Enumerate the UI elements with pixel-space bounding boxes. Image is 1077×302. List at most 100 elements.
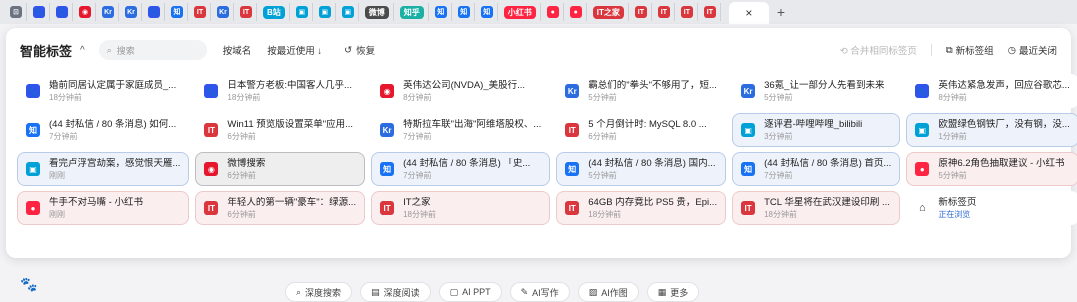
browser-tab[interactable]: ● xyxy=(566,3,587,21)
browser-tab[interactable]: 微博 xyxy=(361,3,394,21)
new-tab-group-button[interactable]: ⧉ 新标签组 xyxy=(946,43,994,58)
browser-tab[interactable]: IT xyxy=(654,3,675,21)
collapse-icon[interactable]: ^ xyxy=(80,45,85,56)
browser-tab[interactable]: IT之家 xyxy=(589,3,629,21)
search-input[interactable]: ⌕ 搜索 xyxy=(98,40,207,60)
tab-card[interactable]: 知 (44 封私信 / 80 条消息) 首页... 7分钟前 xyxy=(732,152,901,186)
quick-action-button[interactable]: ▨ AI作图 xyxy=(577,282,639,302)
merge-same-tabs-button[interactable]: ⟲ 合并相同标签页 xyxy=(840,43,917,57)
undo-icon: ↺ xyxy=(344,44,353,56)
tab-title: (44 封私信 / 80 条消息) 「史... xyxy=(403,157,531,169)
tab-last-used: 5分钟前 xyxy=(588,92,617,102)
browser-tab[interactable]: 知 xyxy=(477,3,498,21)
tab-card[interactable]: ▣ 看完卢浮宫劫案，感觉恨天雁... 刚刚 xyxy=(17,152,190,186)
tab-last-used: 7分钟前 xyxy=(49,131,78,141)
tab-card[interactable]: 知 (44 封私信 / 80 条消息) 如何... 7分钟前 xyxy=(17,113,190,147)
tab-card[interactable]: IT TCL 华星将在武汉建设印刷 ... 18分钟前 xyxy=(732,191,901,225)
browser-tab[interactable]: ▣ xyxy=(292,3,313,21)
tab-card[interactable]: ⌂ 新标签页 正在浏览 xyxy=(906,191,1077,225)
tab-card[interactable]: 🐾 英伟达紧急发声，回应谷歌芯... 8分钟前 xyxy=(906,74,1077,108)
browser-tab[interactable]: ⊡ xyxy=(6,3,27,21)
tab-card[interactable]: IT 5 个月倒计时: MySQL 8.0 ... 6分钟前 xyxy=(556,113,727,147)
browser-tab[interactable]: 🐾 xyxy=(144,3,165,21)
browser-tab[interactable]: ◉ xyxy=(75,3,96,21)
panel-title: 智能标签 xyxy=(20,43,73,59)
tab-last-used: 6分钟前 xyxy=(227,209,256,219)
active-tab[interactable]: × xyxy=(728,2,769,24)
tab-card[interactable]: ▣ 逐评君-哔哩哔哩_bilibili 3分钟前 xyxy=(732,113,901,147)
browser-tab[interactable]: IT xyxy=(700,3,721,21)
browser-tab[interactable]: 知 xyxy=(431,3,452,21)
quick-action-label: 深度搜索 xyxy=(305,287,342,298)
tab-title: IT之家 xyxy=(403,196,431,208)
quick-action-label: AI PPT xyxy=(462,287,491,297)
browser-tab[interactable]: 🐾 xyxy=(52,3,73,21)
baidu-icon: 🐾 xyxy=(26,84,40,98)
tab-card[interactable]: ◉ 微博搜索 6分钟前 xyxy=(195,152,366,186)
browser-tab[interactable]: IT xyxy=(631,3,652,21)
tab-card[interactable]: Kr 特斯拉车联"出海"阿维塔股权、... 7分钟前 xyxy=(371,113,551,147)
sort-by-recent-button[interactable]: 按最近使用 ↓ xyxy=(267,43,322,57)
tab-card[interactable]: Kr 霸总们的"拳头"不够用了，短... 5分钟前 xyxy=(556,74,727,108)
tab-last-used: 8分钟前 xyxy=(938,92,967,102)
tab-card[interactable]: IT Win11 预览版设置菜单"应用... 6分钟前 xyxy=(195,113,366,147)
tab-title: 欧盟绿色钢铁厂，没有钢，没... xyxy=(938,118,1070,130)
browser-tab[interactable]: Kr xyxy=(98,3,119,21)
new-tab-plus-icon[interactable]: + xyxy=(777,4,785,20)
tab-card-text: TCL 华星将在武汉建设印刷 ... 18分钟前 xyxy=(764,197,891,220)
tab-card-text: 英伟达公司(NVDA)_美股行... 8分钟前 xyxy=(403,80,541,103)
browser-tab[interactable]: IT xyxy=(190,3,211,21)
quick-action-button[interactable]: ✎ AI写作 xyxy=(509,282,570,302)
merge-label: 合并相同标签页 xyxy=(850,46,917,57)
tab-card[interactable]: IT 年轻人的第一辆"豪车"：绿源... 6分钟前 xyxy=(195,191,366,225)
tab-card[interactable]: ◉ 英伟达公司(NVDA)_美股行... 8分钟前 xyxy=(371,74,551,108)
tab-title: 36氪_让一部分人先看到未来 xyxy=(764,79,885,91)
browser-tab[interactable]: 知乎 xyxy=(396,3,429,21)
tab-card[interactable]: ● 牛手不对马嘴 - 小红书 刚刚 xyxy=(17,191,190,225)
quick-action-button[interactable]: ▢ AI PPT xyxy=(438,282,502,302)
browser-tab[interactable]: IT xyxy=(236,3,257,21)
tab-title: 逐评君-哔哩哔哩_bilibili xyxy=(764,118,863,130)
browser-tab[interactable]: 知 xyxy=(167,3,188,21)
ithome-pill: IT之家 xyxy=(592,5,624,19)
tab-card-text: (44 封私信 / 80 条消息) 首页... 7分钟前 xyxy=(764,158,891,181)
tab-title: 5 个月倒计时: MySQL 8.0 ... xyxy=(588,118,707,130)
restore-button[interactable]: ↺ 恢复 xyxy=(344,43,375,58)
tab-last-used: 刚刚 xyxy=(49,170,65,180)
browser-tab[interactable]: ● xyxy=(543,3,564,21)
tab-last-used: 6分钟前 xyxy=(227,131,256,141)
quick-action-icon: ▨ xyxy=(588,286,598,297)
browser-tab[interactable]: IT xyxy=(677,3,698,21)
tab-card[interactable]: ▣ 欧盟绿色钢铁厂，没有钢，没... 1分钟前 xyxy=(906,113,1077,147)
tab-card[interactable]: IT IT之家 18分钟前 xyxy=(371,191,551,225)
browser-tab[interactable]: ▣ xyxy=(338,3,359,21)
browser-tab[interactable]: 🐾 xyxy=(29,3,50,21)
sort-by-domain-button[interactable]: 按域名 xyxy=(223,43,252,57)
tab-card[interactable]: 知 (44 封私信 / 80 条消息) 「史... 7分钟前 xyxy=(371,152,551,186)
ithome-icon: IT xyxy=(680,6,693,18)
36kr-icon: Kr xyxy=(565,84,580,98)
ithome-icon: IT xyxy=(204,123,219,137)
tab-card[interactable]: IT 64GB 内存竟比 PS5 贵，Epi... 18分钟前 xyxy=(556,191,727,225)
browser-tab[interactable]: B站 xyxy=(259,3,290,21)
recently-closed-button[interactable]: ◷ 最近关闭 xyxy=(1008,43,1057,58)
tab-card[interactable]: 知 (44 封私信 / 80 条消息) 国内... 5分钟前 xyxy=(556,152,727,186)
tab-card[interactable]: Kr 36氪_让一部分人先看到未来 5分钟前 xyxy=(732,74,901,108)
tab-card[interactable]: ● 原神6.2角色抽取建议 - 小红书 5分钟前 xyxy=(906,152,1077,186)
browser-tab[interactable]: 小红书 xyxy=(500,3,541,21)
search-placeholder: 搜索 xyxy=(116,45,135,56)
browser-tab[interactable]: Kr xyxy=(213,3,234,21)
browser-tab[interactable]: Kr xyxy=(121,3,142,21)
browser-tab[interactable]: 知 xyxy=(454,3,475,21)
quick-action-button[interactable]: ▦ 更多 xyxy=(646,282,700,302)
quick-action-icon: ▢ xyxy=(449,286,459,297)
browser-tab[interactable]: ▣ xyxy=(315,3,336,21)
tab-card-text: 36氪_让一部分人先看到未来 5分钟前 xyxy=(764,80,891,103)
tab-card[interactable]: 🐾 婚前同居认定属于家庭成员_... 18分钟前 xyxy=(17,74,190,108)
close-tab-icon[interactable]: × xyxy=(745,6,752,20)
xiaohongshu-icon: ● xyxy=(26,201,40,215)
ithome-icon: IT xyxy=(240,6,252,18)
quick-action-button[interactable]: ▤ 深度阅读 xyxy=(360,282,431,302)
tab-card[interactable]: 🐾 日本警方老板:中国客人几乎... 18分钟前 xyxy=(195,74,366,108)
quick-action-button[interactable]: ⌕ 深度搜索 xyxy=(285,282,353,302)
